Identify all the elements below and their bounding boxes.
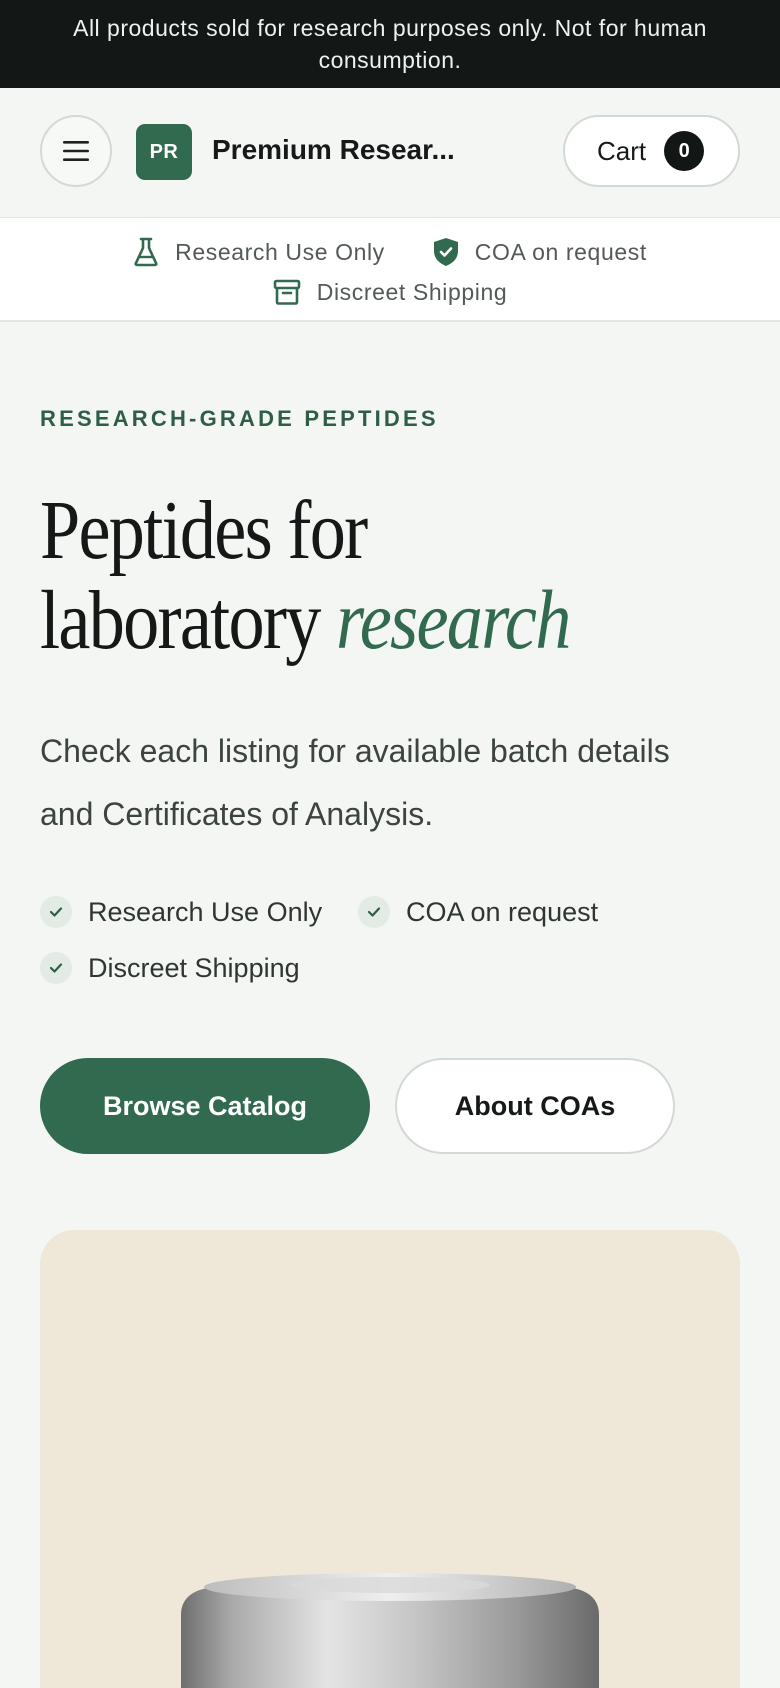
hero-eyebrow: RESEARCH-GRADE PEPTIDES (40, 406, 439, 431)
trust-label: Research Use Only (175, 238, 385, 265)
announcement-bar: All products sold for research purposes … (0, 0, 780, 88)
check-item-research-use: Research Use Only (40, 896, 322, 928)
hamburger-menu-icon (63, 141, 89, 161)
check-item-coa: COA on request (358, 896, 598, 928)
headline-line-2: laboratory research (40, 574, 571, 667)
archive-box-icon (273, 279, 301, 305)
trust-bar: Research Use Only COA on request Discree… (0, 218, 780, 322)
site-header: PR Premium Resear... Cart 0 (0, 88, 780, 218)
brand-logo[interactable]: PR (136, 124, 192, 180)
headline-plain: laboratory (40, 574, 321, 667)
trust-item-coa: COA on request (433, 237, 647, 267)
trust-label: COA on request (474, 238, 647, 265)
check-icon (40, 896, 72, 928)
logo-initials: PR (149, 140, 179, 163)
trust-label: Discreet Shipping (316, 278, 508, 305)
hero-product-image (40, 1230, 740, 1688)
brand-name[interactable]: Premium Resear... (212, 134, 455, 166)
check-icon (40, 952, 72, 984)
hero-headline: Peptides for laboratory research (40, 484, 571, 667)
headline-accent: research (336, 574, 571, 667)
about-coas-button[interactable]: About COAs (395, 1058, 675, 1154)
check-label: Discreet Shipping (88, 952, 300, 983)
browse-catalog-button[interactable]: Browse Catalog (40, 1058, 370, 1154)
cart-label: Cart (597, 135, 647, 166)
headline-line-1: Peptides for (40, 484, 368, 577)
trust-item-research-use: Research Use Only (133, 237, 385, 267)
trust-item-shipping: Discreet Shipping (273, 278, 507, 306)
shield-check-icon (433, 238, 458, 266)
hero-subtext: Check each listing for available batch d… (40, 733, 670, 832)
check-label: Research Use Only (88, 896, 323, 927)
vial-image (181, 1573, 599, 1688)
menu-button[interactable] (40, 115, 112, 187)
announcement-text: All products sold for research purposes … (73, 15, 707, 73)
check-label: COA on request (406, 896, 599, 927)
check-icon (358, 896, 390, 928)
cart-button[interactable]: Cart 0 (563, 115, 740, 187)
cart-count-badge: 0 (664, 131, 705, 171)
flask-icon (134, 237, 158, 267)
check-item-shipping: Discreet Shipping (40, 952, 300, 984)
